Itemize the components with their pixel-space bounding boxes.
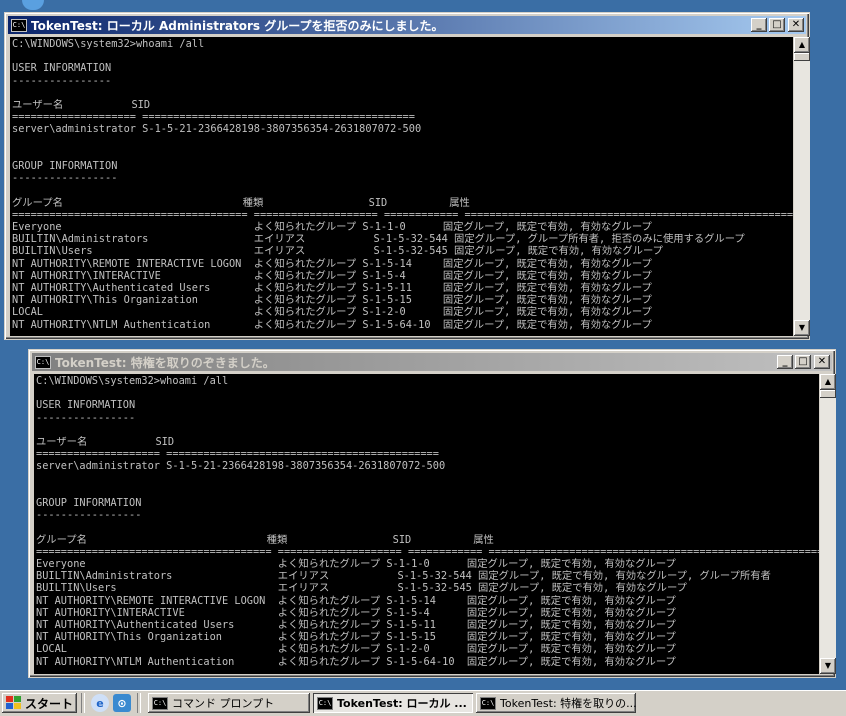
taskbar-button-label: コマンド プロンプト [172, 697, 275, 710]
console-text: C:\WINDOWS\system32>whoami /all USER INF… [36, 375, 819, 668]
taskbar-button-command-prompt[interactable]: C:\ コマンド プロンプト [148, 693, 310, 713]
minimize-button[interactable]: _ [751, 18, 767, 32]
scroll-thumb[interactable] [820, 390, 836, 398]
console-app-icon: C:\ [480, 696, 497, 710]
window-title: TokenTest: 特権を取りのぞきました。 [55, 355, 275, 370]
scroll-down-button[interactable]: ▼ [820, 658, 836, 674]
taskbar: スタート e ⊙ C:\ コマンド プロンプト C:\ TokenTest: ロ… [0, 690, 846, 716]
scroll-up-button[interactable]: ▲ [820, 374, 836, 390]
close-button[interactable]: ✕ [788, 18, 804, 32]
close-button[interactable]: ✕ [814, 355, 830, 369]
vertical-scrollbar[interactable]: ▲ ▼ [820, 374, 836, 674]
taskbar-button-tokentest-local[interactable]: C:\ TokenTest: ローカル ... [313, 693, 474, 713]
explorer-icon[interactable]: ⊙ [113, 694, 132, 712]
desktop-icon[interactable] [22, 0, 44, 10]
titlebar[interactable]: C:\ TokenTest: 特権を取りのぞきました。 _ □ ✕ [32, 353, 832, 371]
taskbar-button-label: TokenTest: 特権を取りの... [500, 697, 637, 710]
console-text: C:\WINDOWS\system32>whoami /all USER INF… [12, 38, 793, 331]
console-app-icon: C:\ [152, 696, 169, 710]
minimize-button[interactable]: _ [777, 355, 793, 369]
taskbar-button-tokentest-privileges[interactable]: C:\ TokenTest: 特権を取りの... [476, 693, 636, 713]
scroll-down-button[interactable]: ▼ [794, 320, 810, 336]
scroll-up-button[interactable]: ▲ [794, 37, 810, 53]
vertical-scrollbar[interactable]: ▲ ▼ [794, 37, 810, 336]
start-button[interactable]: スタート [2, 693, 77, 713]
console-output[interactable]: C:\WINDOWS\system32>whoami /all USER INF… [34, 374, 819, 674]
ie-icon[interactable]: e [91, 694, 110, 712]
console-output[interactable]: C:\WINDOWS\system32>whoami /all USER INF… [10, 37, 793, 336]
console-window-admins-denied[interactable]: C:\ TokenTest: ローカル Administrators グループを… [4, 12, 810, 340]
start-label: スタート [25, 696, 74, 711]
console-app-icon[interactable]: C:\ [11, 18, 27, 32]
console-app-icon: C:\ [317, 696, 334, 710]
maximize-button[interactable]: □ [795, 355, 811, 369]
console-app-icon[interactable]: C:\ [35, 355, 51, 369]
taskbar-button-label: TokenTest: ローカル ... [337, 697, 467, 710]
maximize-button[interactable]: □ [769, 18, 785, 32]
taskbar-separator [137, 693, 142, 713]
titlebar[interactable]: C:\ TokenTest: ローカル Administrators グループを… [8, 16, 806, 34]
scroll-thumb[interactable] [794, 53, 810, 61]
taskbar-separator [81, 693, 86, 713]
windows-logo-icon [6, 696, 22, 710]
console-window-privileges-removed[interactable]: C:\ TokenTest: 特権を取りのぞきました。 _ □ ✕ C:\WIN… [28, 349, 836, 678]
window-title: TokenTest: ローカル Administrators グループを拒否のみ… [31, 18, 444, 33]
